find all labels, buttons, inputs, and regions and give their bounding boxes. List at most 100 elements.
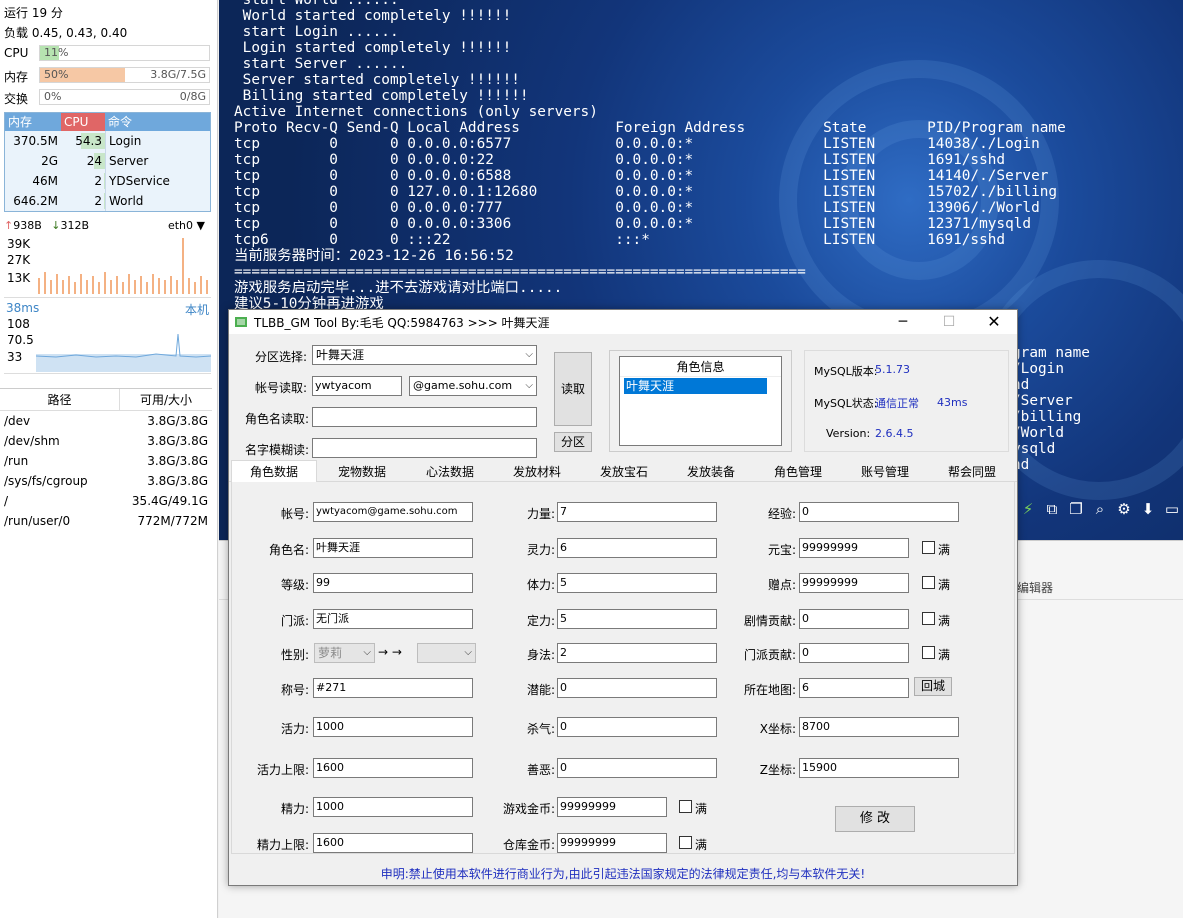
table-row[interactable]: /dev/shm 3.8G/3.8G: [0, 431, 212, 451]
tab-role-data[interactable]: 角色数据: [231, 460, 317, 483]
focus-field[interactable]: 5: [557, 609, 717, 629]
table-row[interactable]: /run/user/0 772M/772M: [0, 511, 212, 531]
swap-usage-amount: 0/8G: [179, 90, 206, 103]
process-cpu: 54.3: [61, 131, 105, 151]
story-contribution-full-checkbox[interactable]: [922, 612, 935, 625]
mysql-status-label: MySQL状态:: [814, 397, 878, 410]
sect-field[interactable]: 无门派: [313, 609, 473, 629]
bank-gold-full-checkbox[interactable]: [679, 836, 692, 849]
copy-icon[interactable]: ⧉: [1043, 500, 1061, 518]
domain-select[interactable]: @game.sohu.com ⌵: [409, 376, 537, 396]
network-interface-select[interactable]: eth0 ▼: [168, 219, 205, 232]
disk-size: 772M/772M: [137, 514, 208, 528]
process-header-command[interactable]: 命令: [105, 113, 210, 131]
list-item[interactable]: 叶舞天涯: [624, 378, 767, 394]
table-row[interactable]: /dev 3.8G/3.8G: [0, 411, 212, 431]
table-row[interactable]: 46M 2 YDService: [5, 171, 210, 191]
modify-button[interactable]: 修 改: [835, 806, 915, 832]
story-contribution-field[interactable]: 0: [799, 609, 909, 629]
game-gold-label: 游戏金币:: [502, 802, 555, 816]
vigor-max-label: 活力上限:: [256, 763, 309, 777]
table-row[interactable]: 370.5M 54.3 Login: [5, 131, 210, 151]
role-name-input[interactable]: [312, 407, 537, 427]
read-button[interactable]: 读取: [554, 352, 592, 426]
tab-give-equipment[interactable]: 发放装备: [668, 462, 754, 482]
title-bar[interactable]: TLBB_GM Tool By:毛毛 QQ:5984763 >>> 叶舞天涯 ─…: [229, 310, 1017, 334]
morality-field[interactable]: 0: [557, 758, 717, 778]
map-field[interactable]: 6: [799, 678, 909, 698]
gender-select[interactable]: 萝莉 ⌵: [314, 643, 375, 663]
tab-give-gems[interactable]: 发放宝石: [581, 462, 667, 482]
game-gold-field[interactable]: 99999999: [557, 797, 667, 817]
zone-button[interactable]: 分区: [554, 432, 592, 452]
role-list-box[interactable]: 角色信息 叶舞天涯: [619, 356, 782, 446]
search-icon[interactable]: ⌕: [1091, 500, 1109, 518]
table-row[interactable]: / 35.4G/49.1G: [0, 491, 212, 511]
new-gender-select[interactable]: ⌵: [417, 643, 476, 663]
paste-icon[interactable]: ❐: [1067, 500, 1085, 518]
tab-account-management[interactable]: 账号管理: [842, 462, 928, 482]
gift-points-field[interactable]: 99999999: [799, 573, 909, 593]
kill-intent-field[interactable]: 0: [557, 717, 717, 737]
gift-points-full-checkbox[interactable]: [922, 576, 935, 589]
x-coord-field[interactable]: 8700: [799, 717, 959, 737]
lightning-icon[interactable]: ⚡: [1019, 500, 1037, 518]
process-header-memory[interactable]: 内存: [5, 113, 61, 131]
tab-guild-alliance[interactable]: 帮会同盟: [929, 462, 1015, 482]
constitution-field[interactable]: 5: [557, 573, 717, 593]
tab-role-management[interactable]: 角色管理: [755, 462, 841, 482]
spirit-field[interactable]: 6: [557, 538, 717, 558]
swap-usage-row: 交换 0% 0/8G: [4, 89, 210, 106]
vigor-max-field[interactable]: 1600: [313, 758, 473, 778]
yuanbao-field[interactable]: 99999999: [799, 538, 909, 558]
process-cpu-value: 2: [94, 194, 102, 208]
z-coord-field[interactable]: 15900: [799, 758, 959, 778]
table-row[interactable]: /sys/fs/cgroup 3.8G/3.8G: [0, 471, 212, 491]
table-row[interactable]: /run 3.8G/3.8G: [0, 451, 212, 471]
version-value: 2.6.4.5: [875, 427, 914, 440]
table-row[interactable]: 646.2M 2 World: [5, 191, 210, 211]
tab-give-materials[interactable]: 发放材料: [494, 462, 580, 482]
return-city-button[interactable]: 回城: [914, 677, 952, 696]
download-icon[interactable]: ⬇: [1139, 500, 1157, 518]
sect-contribution-field[interactable]: 0: [799, 643, 909, 663]
role-name-field[interactable]: 叶舞天涯: [313, 538, 473, 558]
agility-field[interactable]: 2: [557, 643, 717, 663]
z-coord-label: Z坐标:: [759, 763, 796, 777]
table-row[interactable]: 2G 24 Server: [5, 151, 210, 171]
mysql-status-value: 通信正常: [875, 397, 919, 410]
strength-field[interactable]: 7: [557, 502, 717, 522]
potential-field[interactable]: 0: [557, 678, 717, 698]
minimize-icon[interactable]: ─: [880, 310, 926, 334]
tab-pet-data[interactable]: 宠物数据: [319, 462, 405, 482]
zone-select[interactable]: 叶舞天涯 ⌵: [312, 345, 537, 365]
process-header-cpu[interactable]: CPU: [61, 113, 105, 131]
energy-max-field[interactable]: 1600: [313, 833, 473, 853]
bank-gold-label: 仓库金币:: [502, 838, 555, 852]
strength-label: 力量:: [526, 507, 555, 521]
disk-header-size[interactable]: 可用/大小: [120, 389, 212, 410]
level-field[interactable]: 99: [313, 573, 473, 593]
gear-icon[interactable]: ⚙: [1115, 500, 1133, 518]
account-field[interactable]: ywtyacom@game.sohu.com: [313, 502, 473, 522]
process-cpu-value: 24: [86, 154, 102, 168]
maximize-icon[interactable]: ☐: [926, 310, 972, 334]
sect-contribution-full-checkbox[interactable]: [922, 646, 935, 659]
yuanbao-full-checkbox[interactable]: [922, 541, 935, 554]
account-input[interactable]: ywtyacom: [312, 376, 402, 396]
vigor-field[interactable]: 1000: [313, 717, 473, 737]
disk-header-path[interactable]: 路径: [0, 389, 120, 410]
tab-mind-data[interactable]: 心法数据: [407, 462, 493, 482]
vigor-label: 活力:: [280, 722, 309, 736]
close-icon[interactable]: ✕: [971, 310, 1017, 334]
energy-field[interactable]: 1000: [313, 797, 473, 817]
window-icon[interactable]: ▭: [1163, 500, 1181, 518]
bank-gold-field[interactable]: 99999999: [557, 833, 667, 853]
game-gold-full-checkbox[interactable]: [679, 800, 692, 813]
editor-tab[interactable]: 编辑器: [1017, 579, 1053, 596]
fuzzy-name-input[interactable]: [312, 438, 537, 458]
title-field[interactable]: #271: [313, 678, 473, 698]
experience-field[interactable]: 0: [799, 502, 959, 522]
disk-path: /: [4, 494, 9, 508]
swap-label: 交换: [4, 92, 29, 106]
